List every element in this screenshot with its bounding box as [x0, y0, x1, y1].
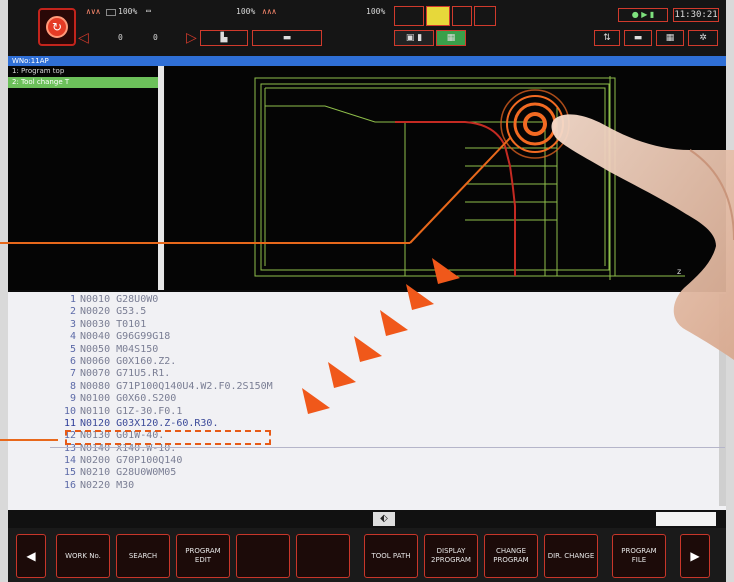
callout-connector: [409, 137, 511, 244]
callout-line-code: [0, 439, 58, 441]
